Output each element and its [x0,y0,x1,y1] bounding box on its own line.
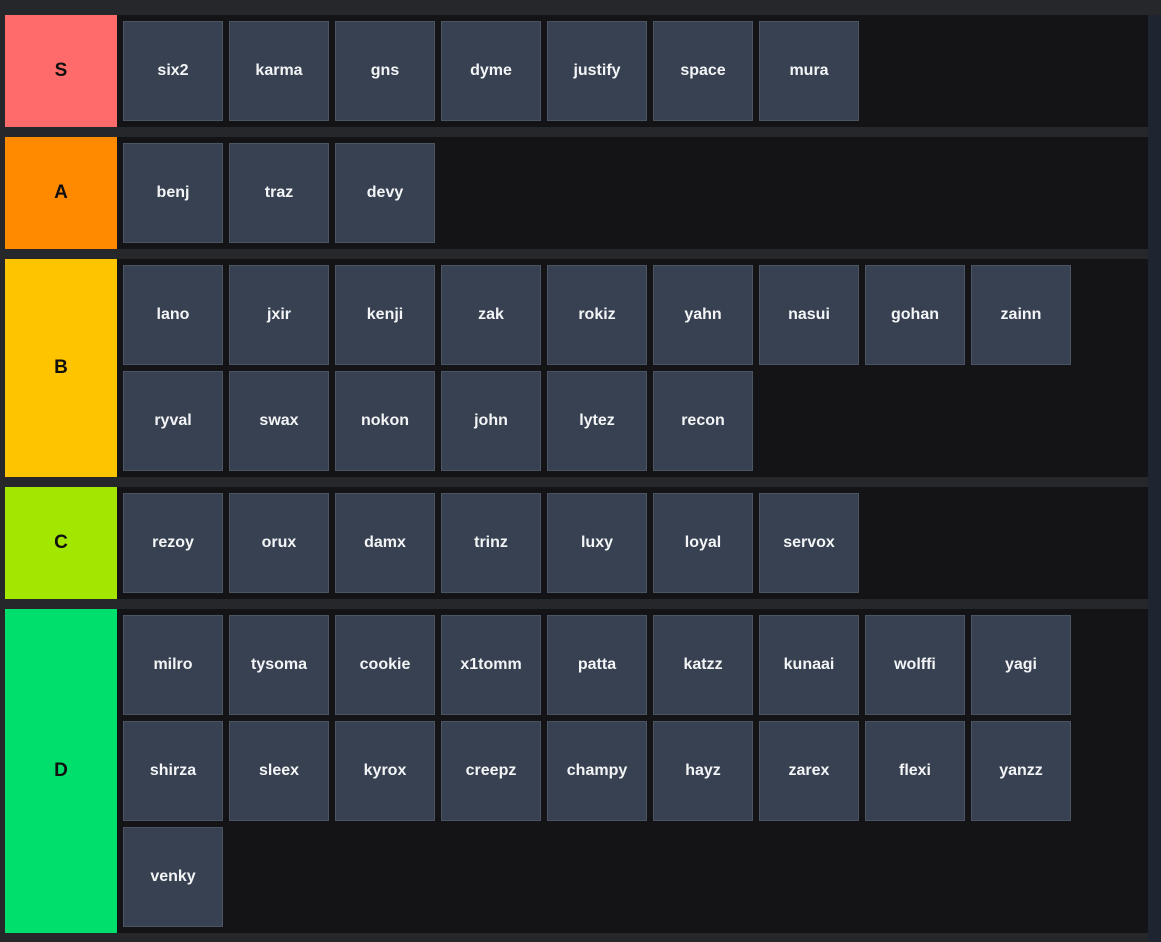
tier-item-card[interactable]: rokiz [547,265,647,365]
tier-item-card[interactable]: flexi [865,721,965,821]
tier-item-card[interactable]: luxy [547,493,647,593]
tier-items-dropzone[interactable]: lano jxir kenji zak rokiz yahn nasui gohan zainn… [117,259,1148,477]
tier-item-card[interactable]: jxir [229,265,329,365]
tier-item-card[interactable]: cookie [335,615,435,715]
tier-item-card[interactable]: space [653,21,753,121]
tier-item-card[interactable]: lytez [547,371,647,471]
tier-item-card[interactable]: mura [759,21,859,121]
tier-item-card[interactable]: devy [335,143,435,243]
tier-row-c: Crezoy orux damx trinz luxy loyal servox [5,487,1148,599]
tier-items-dropzone[interactable]: rezoy orux damx trinz luxy loyal servox [117,487,1148,599]
tier-list-app: Ssix2 karma gns dyme justify space mura Abenj tr… [0,0,1161,942]
tier-item-card[interactable]: trinz [441,493,541,593]
tier-item-card[interactable]: hayz [653,721,753,821]
tier-item-card[interactable]: benj [123,143,223,243]
tier-item-card[interactable]: swax [229,371,329,471]
tier-item-card[interactable]: ryval [123,371,223,471]
tier-item-card[interactable]: kunaai [759,615,859,715]
tier-label[interactable]: C [5,487,117,599]
tier-row-a: Abenj traz devy [5,137,1148,249]
tier-label[interactable]: D [5,609,117,933]
tier-item-card[interactable]: justify [547,21,647,121]
tier-item-card[interactable]: karma [229,21,329,121]
tier-item-card[interactable]: orux [229,493,329,593]
tier-item-card[interactable]: nasui [759,265,859,365]
tier-items-dropzone[interactable]: milro tysoma cookie x1tomm patta katzz kunaai w… [117,609,1148,933]
tier-row-d: Dmilro tysoma cookie x1tomm patta katzz kunaai… [5,609,1148,933]
tier-item-card[interactable]: champy [547,721,647,821]
tier-label[interactable]: A [5,137,117,249]
tier-item-card[interactable]: dyme [441,21,541,121]
tier-item-card[interactable]: yagi [971,615,1071,715]
tier-item-card[interactable]: john [441,371,541,471]
tier-item-card[interactable]: recon [653,371,753,471]
tier-items-dropzone[interactable]: benj traz devy [117,137,1148,249]
tier-item-card[interactable]: patta [547,615,647,715]
scrollbar-track[interactable] [1148,15,1161,942]
tier-row-b: Blano jxir kenji zak rokiz yahn nasui gohan zain… [5,259,1148,477]
tier-item-card[interactable]: zainn [971,265,1071,365]
tier-item-card[interactable]: traz [229,143,329,243]
tier-items-dropzone[interactable]: six2 karma gns dyme justify space mura [117,15,1148,127]
tier-item-card[interactable]: x1tomm [441,615,541,715]
tier-item-card[interactable]: six2 [123,21,223,121]
tier-item-card[interactable]: creepz [441,721,541,821]
tier-item-card[interactable]: yanzz [971,721,1071,821]
tier-label[interactable]: B [5,259,117,477]
tier-item-card[interactable]: damx [335,493,435,593]
tier-item-card[interactable]: gns [335,21,435,121]
tier-item-card[interactable]: zarex [759,721,859,821]
tier-list: Ssix2 karma gns dyme justify space mura Abenj tr… [5,15,1148,942]
tier-item-card[interactable]: rezoy [123,493,223,593]
tier-item-card[interactable]: milro [123,615,223,715]
tier-item-card[interactable]: gohan [865,265,965,365]
tier-row-s: Ssix2 karma gns dyme justify space mura [5,15,1148,127]
tier-item-card[interactable]: tysoma [229,615,329,715]
tier-item-card[interactable]: lano [123,265,223,365]
tier-item-card[interactable]: yahn [653,265,753,365]
tier-item-card[interactable]: katzz [653,615,753,715]
tier-item-card[interactable]: shirza [123,721,223,821]
tier-item-card[interactable]: servox [759,493,859,593]
tier-item-card[interactable]: sleex [229,721,329,821]
tier-item-card[interactable]: kenji [335,265,435,365]
tier-item-card[interactable]: kyrox [335,721,435,821]
tier-item-card[interactable]: nokon [335,371,435,471]
tier-item-card[interactable]: loyal [653,493,753,593]
tier-item-card[interactable]: zak [441,265,541,365]
tier-item-card[interactable]: wolffi [865,615,965,715]
tier-item-card[interactable]: venky [123,827,223,927]
tier-label[interactable]: S [5,15,117,127]
